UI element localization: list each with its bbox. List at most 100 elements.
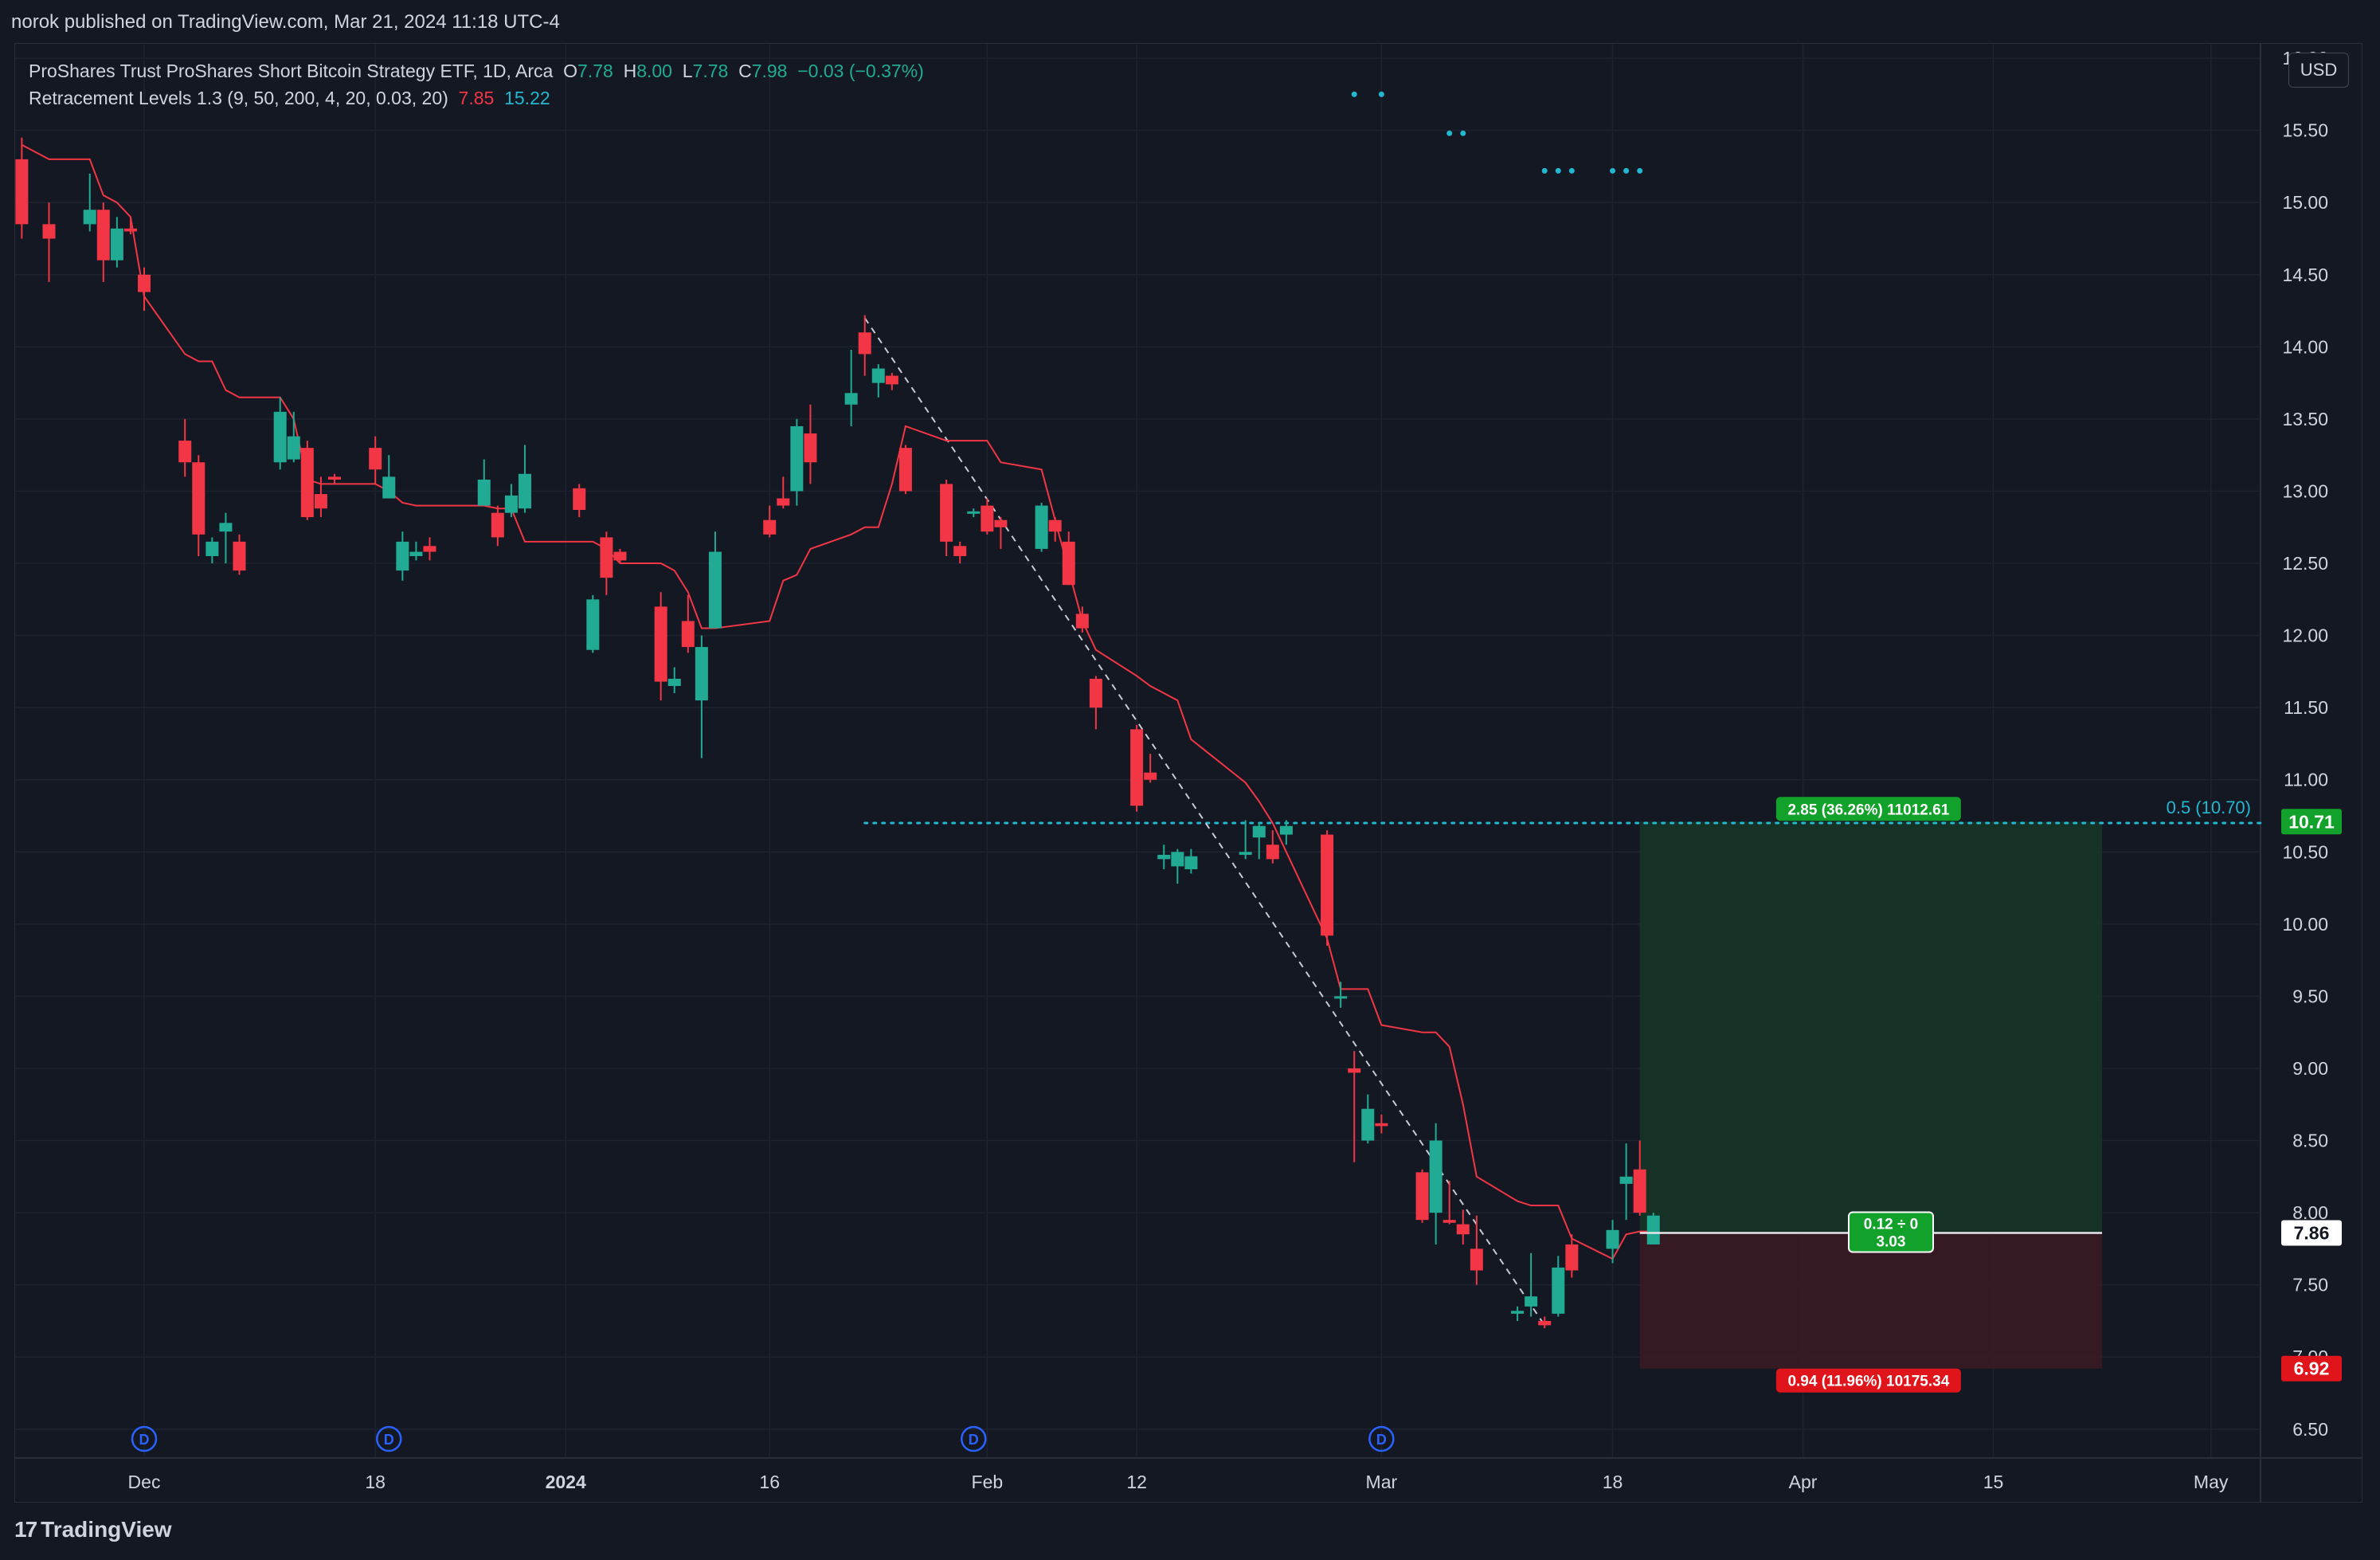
candle-body	[1415, 1172, 1429, 1221]
legend-high-label: H	[623, 61, 637, 81]
trend-line	[863, 317, 1546, 1326]
candle-body	[1565, 1244, 1579, 1271]
time-axis-label: Feb	[972, 1472, 1004, 1492]
candle-body	[804, 433, 817, 463]
price-tag: 7.86	[2294, 1222, 2330, 1243]
retracement-trail-line	[21, 143, 1654, 1260]
candle-body	[1429, 1140, 1442, 1213]
currency-button[interactable]: USD	[2288, 53, 2349, 88]
legend-symbol-row: ProShares Trust ProShares Short Bitcoin …	[29, 57, 924, 84]
legend-change: −0.03 (−0.37%)	[797, 61, 924, 81]
position-center-label-text: 0.12 ÷ 0	[1864, 1216, 1919, 1233]
candle-body	[1062, 541, 1075, 586]
position-center-label-text: 3.03	[1877, 1233, 1906, 1250]
price-axis-label: 7.50	[2292, 1275, 2328, 1295]
candle-body	[1144, 772, 1157, 780]
time-axis-label: 18	[1603, 1472, 1623, 1492]
candle-body	[885, 375, 898, 385]
candle-body	[1511, 1311, 1525, 1314]
candle-body	[613, 551, 627, 561]
price-axis-label: 8.50	[2292, 1131, 2328, 1151]
dividend-marker-label: D	[969, 1432, 979, 1448]
candle-body	[83, 210, 96, 225]
candle-body	[871, 368, 885, 383]
candle-body	[219, 523, 233, 532]
candle-body	[1035, 505, 1048, 549]
time-axis-label: Apr	[1789, 1472, 1818, 1492]
fib-dot	[1351, 91, 1357, 97]
time-axis-label: 2024	[546, 1472, 586, 1492]
candle-body	[953, 546, 967, 556]
fib-dot	[1460, 130, 1466, 136]
price-axis-label: 13.00	[2282, 480, 2328, 501]
candle-body	[123, 228, 137, 232]
candle-body	[1048, 519, 1062, 532]
fib-dot	[1555, 167, 1561, 174]
candle-body	[1470, 1248, 1483, 1271]
candle-body	[940, 484, 953, 542]
time-axis-label: 16	[759, 1472, 780, 1492]
price-axis-label: 14.50	[2282, 265, 2328, 285]
candle-body	[1538, 1320, 1552, 1326]
candle-body	[967, 511, 981, 514]
candle-body	[1279, 825, 1293, 835]
legend-symbol[interactable]: ProShares Trust ProShares Short Bitcoin …	[29, 61, 553, 81]
profit-zone	[1639, 821, 2103, 1233]
candle-body	[233, 541, 246, 571]
fib-dot	[1378, 91, 1384, 97]
legend-open-value: 7.78	[577, 61, 613, 81]
dividend-marker-label: D	[1376, 1432, 1387, 1448]
legend-indicator[interactable]: Retracement Levels 1.3 (9, 50, 200, 4, 2…	[29, 88, 448, 108]
candle-body	[518, 473, 531, 509]
candle-body	[1130, 729, 1144, 806]
candle-body	[110, 228, 123, 261]
dividend-marker-label: D	[384, 1432, 394, 1448]
candle-body	[654, 606, 667, 682]
candle-body	[477, 479, 491, 506]
position-stop-label-text: 0.94 (11.96%) 10175.34	[1787, 1374, 1949, 1390]
candle-body	[790, 425, 804, 492]
candle-body	[1184, 856, 1198, 870]
candle-body	[1321, 834, 1334, 936]
candle-body	[1239, 852, 1252, 855]
candle-body	[898, 448, 912, 492]
legend-indicator-value-1: 7.85	[458, 88, 495, 108]
candle-body	[192, 462, 206, 535]
candle-body	[681, 621, 695, 648]
price-chart[interactable]: 0.5 (10.70) 2.85 (36.26%) 11012.61 0.94 (1…	[0, 0, 2380, 1503]
candle-body	[1266, 845, 1279, 860]
candle-body	[586, 599, 600, 650]
candle-body	[504, 495, 518, 513]
candle-body	[777, 498, 790, 506]
fib-dot	[1637, 167, 1643, 174]
candle-body	[1456, 1224, 1470, 1235]
candle-body	[178, 441, 192, 463]
candle-body	[1075, 613, 1089, 629]
candle-body	[667, 678, 681, 686]
time-axis-label: 18	[365, 1472, 386, 1492]
tradingview-brand: TradingView	[41, 1517, 172, 1542]
legend-indicator-value-2: 15.22	[504, 88, 550, 108]
legend-close-value: 7.98	[751, 61, 788, 81]
price-axis-label: 10.50	[2282, 841, 2328, 862]
candle-body	[491, 512, 504, 538]
footer	[0, 1503, 2380, 1560]
candle-body	[42, 224, 56, 239]
price-axis-label: 12.00	[2282, 625, 2328, 646]
candle-body	[314, 494, 327, 509]
tradingview-logo[interactable]: 17 TradingView	[14, 1517, 172, 1542]
candle-body	[273, 411, 287, 463]
candle-body	[327, 476, 341, 480]
price-axis-label: 6.50	[2292, 1419, 2328, 1440]
chart-legend: ProShares Trust ProShares Short Bitcoin …	[29, 57, 924, 112]
fib-dot	[1568, 167, 1575, 174]
candle-body	[1552, 1267, 1565, 1314]
dividend-marker-label: D	[139, 1432, 150, 1448]
price-axis-label: 15.50	[2282, 120, 2328, 141]
candle-body	[1525, 1296, 1538, 1307]
candle-body	[1171, 852, 1184, 867]
position-target-label-text: 2.85 (36.26%) 11012.61	[1787, 802, 1949, 818]
price-tag: 6.92	[2294, 1358, 2330, 1379]
legend-open-label: O	[563, 61, 578, 81]
time-axis-label: Dec	[128, 1472, 161, 1492]
